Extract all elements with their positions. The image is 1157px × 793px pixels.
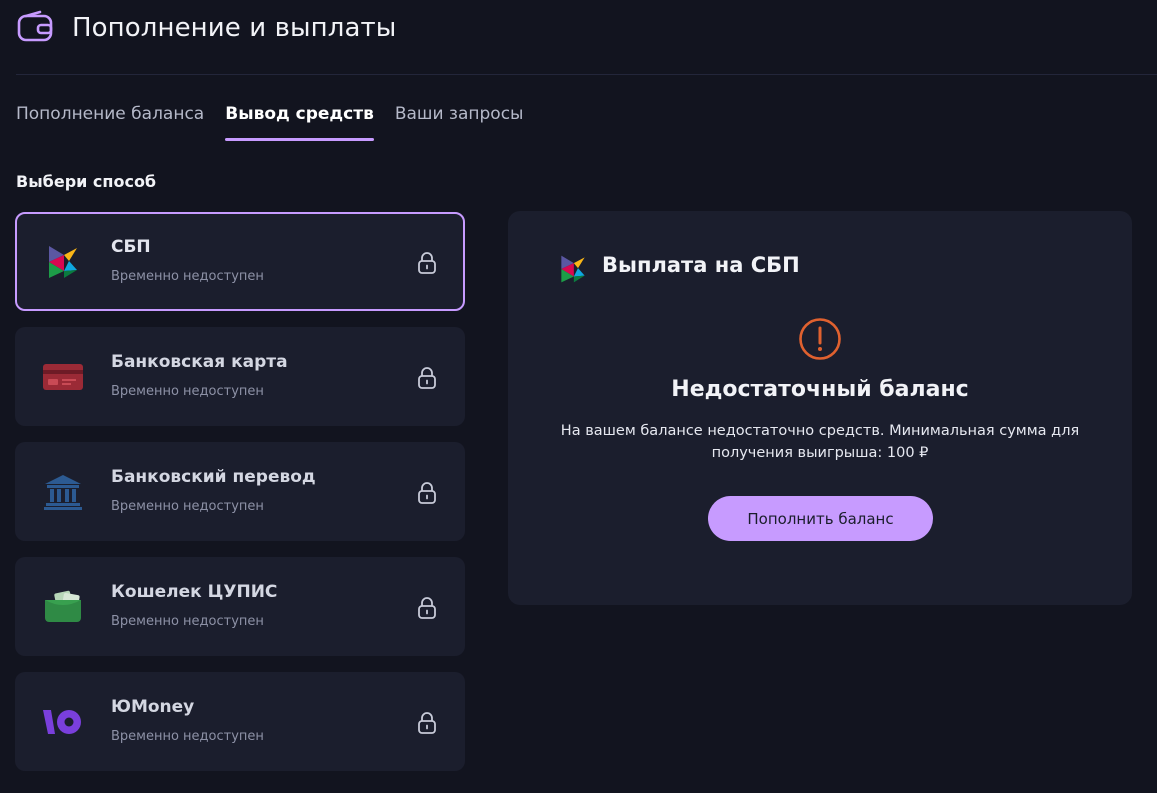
tab-topup[interactable]: Пополнение баланса — [16, 104, 204, 142]
error-title: Недостаточный баланс — [671, 377, 969, 402]
method-status: Временно недоступен — [111, 269, 264, 284]
wallet-cupis-icon — [41, 587, 85, 627]
method-yumoney[interactable]: ЮMoney Временно недоступен — [15, 672, 465, 771]
sbp-logo-icon — [561, 255, 585, 283]
method-name: СБП — [111, 237, 151, 257]
method-name: Кошелек ЦУПИС — [111, 582, 278, 602]
section-label: Выбери способ — [16, 172, 157, 191]
method-sbp[interactable]: СБП Временно недоступен — [15, 212, 465, 311]
method-name: Банковский перевод — [111, 467, 316, 487]
yumoney-logo-icon — [41, 702, 85, 742]
method-cupis-wallet[interactable]: Кошелек ЦУПИС Временно недоступен — [15, 557, 465, 656]
method-status: Временно недоступен — [111, 729, 264, 744]
wallet-icon — [17, 10, 53, 42]
lock-icon — [418, 712, 436, 734]
sbp-logo-icon — [41, 242, 85, 282]
payout-panel: Выплата на СБП Недостаточный баланс На в… — [508, 211, 1132, 605]
tab-bar: Пополнение баланса Вывод средств Ваши за… — [16, 104, 544, 142]
warning-icon — [799, 318, 841, 360]
tab-requests[interactable]: Ваши запросы — [395, 104, 524, 142]
method-status: Временно недоступен — [111, 384, 264, 399]
header-divider — [16, 74, 1157, 75]
page: Пополнение и выплаты Пополнение баланса … — [0, 0, 1157, 793]
page-header: Пополнение и выплаты — [16, 8, 396, 48]
method-list: СБП Временно недоступен Банковская карта… — [15, 212, 465, 787]
method-name: ЮMoney — [111, 697, 195, 717]
method-bank-card[interactable]: Банковская карта Временно недоступен — [15, 327, 465, 426]
lock-icon — [418, 597, 436, 619]
panel-title: Выплата на СБП — [602, 253, 800, 277]
lock-icon — [418, 367, 436, 389]
page-title: Пополнение и выплаты — [72, 13, 397, 43]
lock-icon — [418, 252, 436, 274]
method-bank-transfer[interactable]: Банковский перевод Временно недоступен — [15, 442, 465, 541]
method-status: Временно недоступен — [111, 614, 264, 629]
error-message: На вашем балансе недостаточно средств. М… — [560, 423, 1080, 461]
bank-card-icon — [41, 357, 85, 397]
bank-building-icon — [41, 472, 85, 512]
tab-withdraw[interactable]: Вывод средств — [225, 104, 374, 142]
method-name: Банковская карта — [111, 352, 288, 372]
topup-balance-button[interactable]: Пополнить баланс — [708, 496, 933, 541]
lock-icon — [418, 482, 436, 504]
method-status: Временно недоступен — [111, 499, 264, 514]
